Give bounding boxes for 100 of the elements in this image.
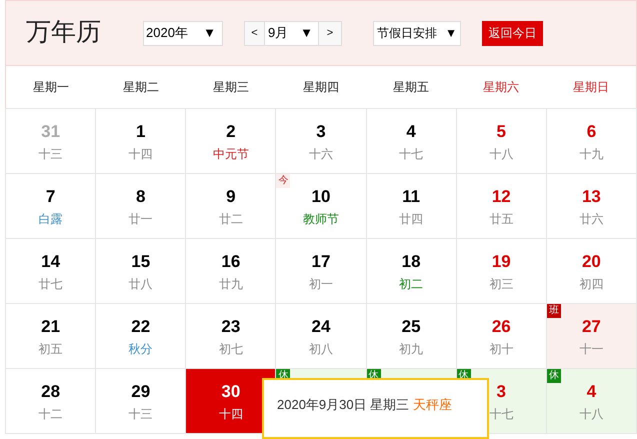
lunar-date: 廿九 bbox=[218, 276, 243, 293]
day-number: 17 bbox=[312, 251, 330, 273]
day-number: 7 bbox=[46, 186, 56, 208]
day-number: 4 bbox=[586, 381, 596, 403]
day-cell[interactable]: 5 十八 bbox=[456, 109, 547, 174]
next-month-button[interactable]: > bbox=[318, 20, 342, 46]
day-number: 2 bbox=[226, 121, 236, 143]
lunar-date: 十八 bbox=[579, 406, 604, 423]
lunar-date: 中元节 bbox=[212, 146, 249, 163]
day-number: 31 bbox=[41, 121, 60, 143]
day-cell[interactable]: 8 廿一 bbox=[96, 174, 186, 239]
day-number: 1 bbox=[136, 121, 146, 143]
day-number: 23 bbox=[221, 316, 240, 338]
day-number: 12 bbox=[492, 186, 511, 208]
weekday-label: 星期三 bbox=[212, 79, 250, 96]
day-number: 8 bbox=[136, 186, 146, 208]
day-cell[interactable]: 班 27 十一 bbox=[546, 304, 637, 369]
lunar-date: 初一 bbox=[308, 276, 333, 293]
day-cell[interactable]: 4 十七 bbox=[366, 109, 457, 174]
lunar-date: 初十 bbox=[489, 341, 514, 358]
lunar-date: 初三 bbox=[489, 276, 514, 293]
day-number: 16 bbox=[221, 251, 240, 273]
workday-badge: 班 bbox=[546, 304, 561, 318]
day-cell[interactable]: 25 初九 bbox=[366, 304, 457, 369]
day-number: 6 bbox=[586, 121, 596, 143]
day-cell[interactable]: 28 十二 bbox=[6, 369, 96, 434]
lunar-date: 廿五 bbox=[489, 211, 514, 228]
lunar-date: 十一 bbox=[579, 341, 604, 358]
day-number: 25 bbox=[402, 316, 421, 338]
lunar-date: 廿四 bbox=[399, 211, 424, 228]
day-cell[interactable]: 3 十六 bbox=[276, 109, 367, 174]
lunar-date: 十八 bbox=[489, 146, 514, 163]
day-cell[interactable]: 18 初二 bbox=[366, 239, 457, 304]
weekday-label: 星期二 bbox=[122, 79, 160, 96]
day-cell[interactable]: 15 廿八 bbox=[96, 239, 186, 304]
lunar-date: 十四 bbox=[128, 146, 153, 163]
lunar-date: 十四 bbox=[218, 406, 243, 423]
today-button[interactable]: 返回今日 bbox=[482, 20, 543, 46]
day-number: 13 bbox=[582, 186, 601, 208]
day-number: 21 bbox=[41, 316, 60, 338]
day-cell[interactable]: 9 廿二 bbox=[186, 174, 276, 239]
day-cell[interactable]: 26 初十 bbox=[456, 304, 547, 369]
lunar-date: 初四 bbox=[579, 276, 604, 293]
day-cell[interactable]: 6 十九 bbox=[546, 109, 637, 174]
day-number: 3 bbox=[496, 381, 506, 403]
lunar-date: 廿八 bbox=[128, 276, 153, 293]
day-cell[interactable]: 13 廿六 bbox=[546, 174, 637, 239]
day-cell[interactable]: 14 廿七 bbox=[6, 239, 96, 304]
day-cell[interactable]: 今 10 教师节 bbox=[276, 174, 367, 239]
day-cell[interactable]: 7 白露 bbox=[6, 174, 96, 239]
lunar-date: 十七 bbox=[399, 146, 424, 163]
day-number: 4 bbox=[406, 121, 416, 143]
lunar-date: 初八 bbox=[308, 341, 333, 358]
weekday-label: 星期一 bbox=[32, 79, 70, 96]
lunar-date: 十三 bbox=[128, 406, 153, 423]
weekday-label: 星期日 bbox=[572, 79, 610, 96]
day-number: 20 bbox=[582, 251, 601, 273]
lunar-date: 廿二 bbox=[218, 211, 243, 228]
weekday-label: 星期六 bbox=[482, 79, 520, 96]
lunar-date: 白露 bbox=[38, 211, 63, 228]
day-number: 9 bbox=[226, 186, 236, 208]
year-select[interactable]: 2020年 ▼ bbox=[143, 20, 223, 46]
day-cell[interactable]: 31 十三 bbox=[6, 109, 96, 174]
month-select[interactable]: 9月 ▼ bbox=[265, 20, 318, 46]
lunar-date: 十二 bbox=[38, 406, 63, 423]
day-cell[interactable]: 休 4 十八 bbox=[546, 369, 637, 434]
lunar-date: 十九 bbox=[579, 146, 604, 163]
day-number: 15 bbox=[131, 251, 150, 273]
day-cell[interactable]: 23 初七 bbox=[186, 304, 276, 369]
lunar-date: 十三 bbox=[38, 146, 63, 163]
day-cell[interactable]: 19 初三 bbox=[456, 239, 547, 304]
lunar-date: 教师节 bbox=[302, 211, 339, 228]
holiday-select[interactable]: 节假日安排 ▼ bbox=[373, 20, 461, 46]
tooltip-text: 2020年9月30日 星期三 天秤座 bbox=[277, 396, 453, 414]
day-cell[interactable]: 16 廿九 bbox=[186, 239, 276, 304]
day-cell[interactable]: 20 初四 bbox=[546, 239, 637, 304]
rest-badge: 休 bbox=[546, 369, 561, 383]
day-cell[interactable]: 29 十三 bbox=[96, 369, 186, 434]
lunar-date: 初二 bbox=[399, 276, 424, 293]
lunar-date: 十六 bbox=[308, 146, 333, 163]
day-number: 14 bbox=[41, 251, 60, 273]
day-number: 24 bbox=[312, 316, 330, 338]
lunar-date: 秋分 bbox=[128, 341, 153, 358]
lunar-date: 廿七 bbox=[38, 276, 63, 293]
weekday-label: 星期五 bbox=[392, 79, 430, 96]
day-cell[interactable]: 24 初八 bbox=[276, 304, 367, 369]
lunar-date: 初七 bbox=[218, 341, 243, 358]
prev-month-button[interactable]: < bbox=[244, 20, 265, 46]
day-cell[interactable]: 21 初五 bbox=[6, 304, 96, 369]
day-number: 3 bbox=[316, 121, 326, 143]
day-number: 5 bbox=[496, 121, 506, 143]
day-cell[interactable]: 12 廿五 bbox=[456, 174, 547, 239]
day-number: 11 bbox=[402, 186, 420, 208]
day-cell[interactable]: 17 初一 bbox=[276, 239, 367, 304]
today-marker: 今 bbox=[276, 174, 290, 188]
day-cell[interactable]: 2 中元节 bbox=[186, 109, 276, 174]
day-cell[interactable]: 11 廿四 bbox=[366, 174, 457, 239]
day-cell[interactable]: 22 秋分 bbox=[96, 304, 186, 369]
day-number: 28 bbox=[41, 381, 60, 403]
day-cell[interactable]: 1 十四 bbox=[96, 109, 186, 174]
